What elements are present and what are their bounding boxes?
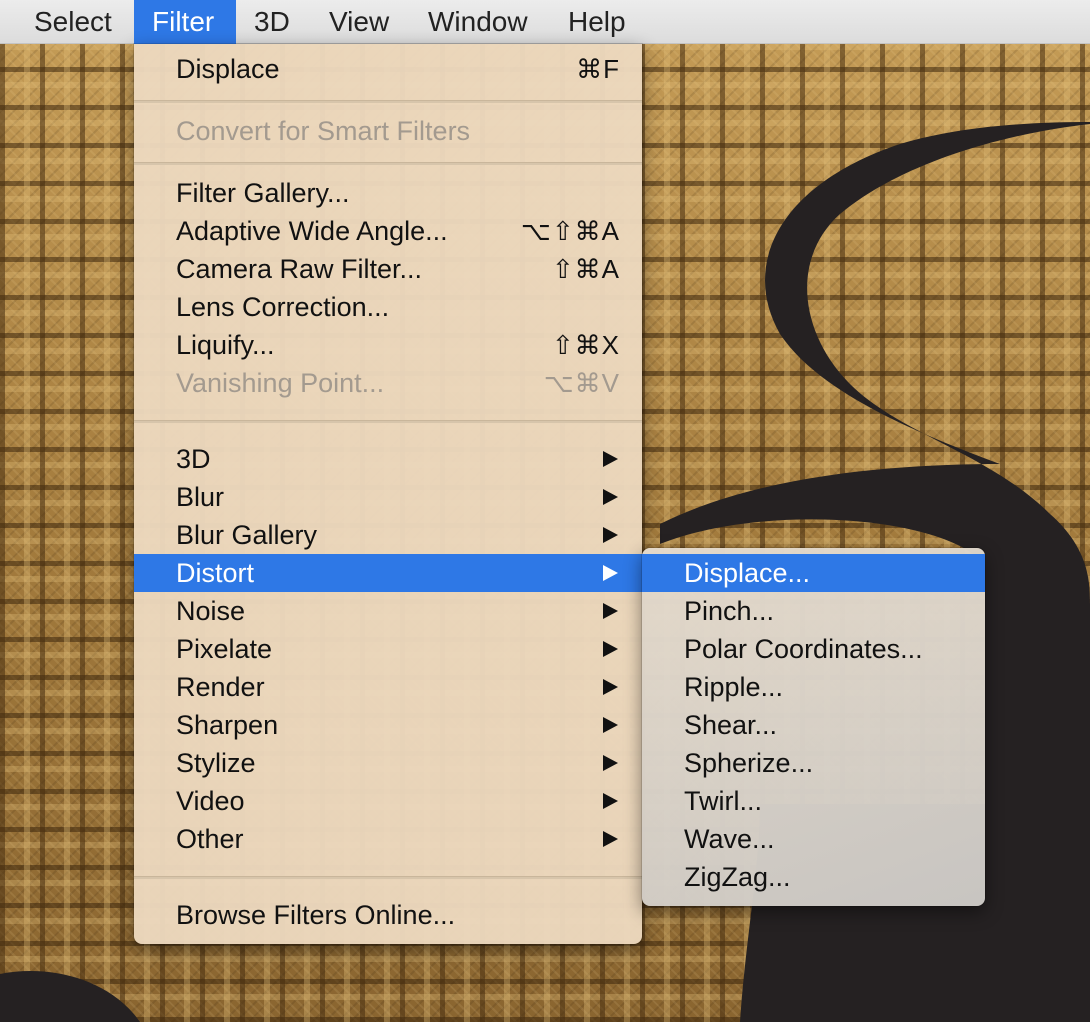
menu-item-label: Vanishing Point... bbox=[176, 368, 385, 398]
dark-curve-shape bbox=[0, 971, 140, 1022]
triangle-right-icon bbox=[603, 755, 618, 771]
triangle-right-icon bbox=[603, 831, 618, 847]
menu-item-label: Video bbox=[176, 786, 245, 816]
menu-item-label: Adaptive Wide Angle... bbox=[176, 216, 448, 246]
menu-item-label: Noise bbox=[176, 596, 246, 626]
submenu-render[interactable]: Render bbox=[134, 668, 642, 706]
menu-item-label: Convert for Smart Filters bbox=[176, 116, 471, 146]
distort-item-polar-coordinates[interactable]: Polar Coordinates... bbox=[642, 630, 985, 668]
shortcut-label: ⌥⇧⌘A bbox=[520, 216, 620, 246]
menu-3d[interactable]: 3D bbox=[236, 0, 308, 44]
menu-item-label: Other bbox=[176, 824, 244, 854]
triangle-right-icon bbox=[603, 641, 618, 657]
menu-filter[interactable]: Filter bbox=[134, 0, 236, 44]
shortcut-label: ⇧⌘A bbox=[551, 254, 620, 284]
submenu-stylize[interactable]: Stylize bbox=[134, 744, 642, 782]
submenu-distort[interactable]: Distort bbox=[134, 554, 642, 592]
menu-select[interactable]: Select bbox=[16, 0, 130, 44]
menu-item-vanishing-point: Vanishing Point... ⌥⌘V bbox=[134, 364, 642, 402]
menu-item-camera-raw-filter[interactable]: Camera Raw Filter... ⇧⌘A bbox=[134, 250, 642, 288]
triangle-right-icon bbox=[603, 489, 618, 505]
menu-window[interactable]: Window bbox=[410, 0, 546, 44]
menu-item-last-filter[interactable]: Displace ⌘F bbox=[134, 50, 642, 88]
menu-item-convert-smart-filters: Convert for Smart Filters bbox=[134, 112, 642, 150]
menu-item-label: Lens Correction... bbox=[176, 292, 390, 322]
menu-item-label: Liquify... bbox=[176, 330, 275, 360]
submenu-3d[interactable]: 3D bbox=[134, 440, 642, 478]
triangle-right-icon bbox=[603, 603, 618, 619]
menu-item-label: Displace bbox=[176, 54, 280, 84]
menu-item-label: Blur bbox=[176, 482, 225, 512]
menu-help[interactable]: Help bbox=[550, 0, 644, 44]
submenu-sharpen[interactable]: Sharpen bbox=[134, 706, 642, 744]
triangle-right-icon bbox=[603, 793, 618, 809]
menu-item-liquify[interactable]: Liquify... ⇧⌘X bbox=[134, 326, 642, 364]
distort-item-zigzag[interactable]: ZigZag... bbox=[642, 858, 985, 896]
menu-view[interactable]: View bbox=[311, 0, 407, 44]
menu-separator bbox=[134, 100, 642, 103]
menu-separator bbox=[134, 420, 642, 423]
menu-bar: Select Filter 3D View Window Help bbox=[0, 0, 1090, 44]
menu-item-filter-gallery[interactable]: Filter Gallery... bbox=[134, 174, 642, 212]
submenu-noise[interactable]: Noise bbox=[134, 592, 642, 630]
menu-item-label: Pixelate bbox=[176, 634, 273, 664]
menu-separator bbox=[134, 876, 642, 879]
distort-item-ripple[interactable]: Ripple... bbox=[642, 668, 985, 706]
menu-item-lens-correction[interactable]: Lens Correction... bbox=[134, 288, 642, 326]
triangle-right-icon bbox=[603, 565, 618, 581]
distort-item-pinch[interactable]: Pinch... bbox=[642, 592, 985, 630]
shortcut-label: ⇧⌘X bbox=[551, 330, 620, 360]
menu-item-adaptive-wide-angle[interactable]: Adaptive Wide Angle... ⌥⇧⌘A bbox=[134, 212, 642, 250]
distort-item-wave[interactable]: Wave... bbox=[642, 820, 985, 858]
submenu-other[interactable]: Other bbox=[134, 820, 642, 858]
submenu-pixelate[interactable]: Pixelate bbox=[134, 630, 642, 668]
menu-item-label: Browse Filters Online... bbox=[176, 900, 456, 930]
menu-item-label: Distort bbox=[176, 558, 255, 588]
menu-item-label: Render bbox=[176, 672, 265, 702]
submenu-video[interactable]: Video bbox=[134, 782, 642, 820]
distort-item-shear[interactable]: Shear... bbox=[642, 706, 985, 744]
triangle-right-icon bbox=[603, 527, 618, 543]
menu-item-label: Camera Raw Filter... bbox=[176, 254, 423, 284]
distort-item-displace[interactable]: Displace... bbox=[642, 554, 985, 592]
distort-submenu: Displace... Pinch... Polar Coordinates..… bbox=[642, 548, 985, 906]
submenu-blur-gallery[interactable]: Blur Gallery bbox=[134, 516, 642, 554]
menu-separator bbox=[134, 162, 642, 165]
menu-item-label: Blur Gallery bbox=[176, 520, 318, 550]
menu-item-label: Sharpen bbox=[176, 710, 279, 740]
menu-item-label: 3D bbox=[176, 444, 211, 474]
submenu-blur[interactable]: Blur bbox=[134, 478, 642, 516]
distort-item-twirl[interactable]: Twirl... bbox=[642, 782, 985, 820]
shortcut-label: ⌥⌘V bbox=[543, 368, 620, 398]
menu-item-label: Filter Gallery... bbox=[176, 178, 350, 208]
triangle-right-icon bbox=[603, 679, 618, 695]
filter-menu: Displace ⌘F Convert for Smart Filters Fi… bbox=[134, 44, 642, 944]
menu-item-label: Stylize bbox=[176, 748, 256, 778]
distort-item-spherize[interactable]: Spherize... bbox=[642, 744, 985, 782]
triangle-right-icon bbox=[603, 451, 618, 467]
triangle-right-icon bbox=[603, 717, 618, 733]
shortcut-label: ⌘F bbox=[576, 54, 620, 84]
menu-item-browse-filters-online[interactable]: Browse Filters Online... bbox=[134, 896, 642, 934]
